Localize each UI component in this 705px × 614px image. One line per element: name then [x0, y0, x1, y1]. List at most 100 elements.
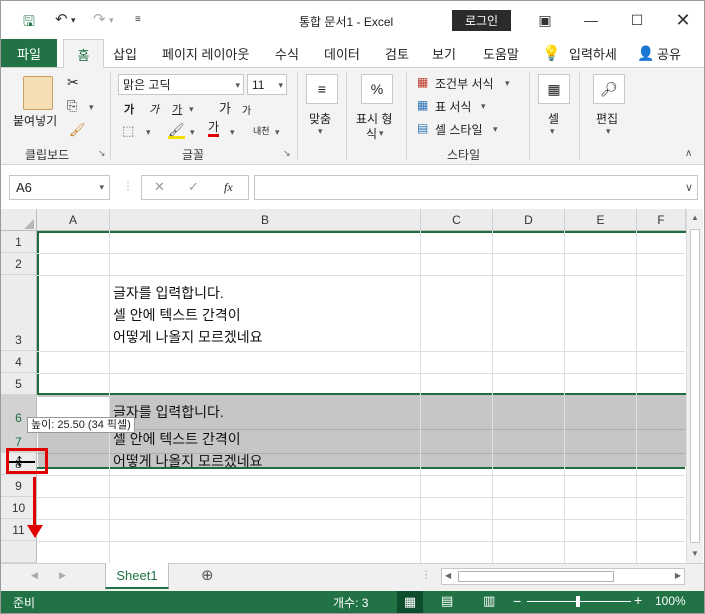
chevron-down-icon[interactable]: ▾: [99, 182, 104, 193]
row-header-1[interactable]: 1: [1, 231, 37, 253]
percent-icon[interactable]: %: [361, 74, 393, 104]
scroll-right-icon[interactable]: ▶: [675, 571, 681, 580]
phonetic-dropdown-icon[interactable]: ▾: [275, 127, 280, 138]
row-header-2[interactable]: 2: [1, 253, 37, 275]
horizontal-scrollbar[interactable]: ◀ ▶: [441, 568, 685, 585]
tab-data[interactable]: 데이터: [324, 39, 360, 67]
borders-icon[interactable]: ⬚: [122, 123, 134, 139]
underline-dropdown-icon[interactable]: ▾: [189, 104, 194, 115]
tab-view[interactable]: 보기: [432, 39, 456, 67]
shrink-font-button[interactable]: 가: [242, 102, 251, 117]
alignment-button[interactable]: 맞춤: [309, 110, 331, 127]
format-painter-icon[interactable]: 🖌: [69, 122, 86, 138]
column-header-b[interactable]: B: [110, 209, 421, 231]
collapse-ribbon-icon[interactable]: ∧: [685, 148, 692, 159]
tab-file[interactable]: 파일: [1, 39, 57, 67]
tab-review[interactable]: 검토: [385, 39, 409, 67]
cell-style-dropdown-icon[interactable]: ▾: [493, 124, 498, 135]
tab-help[interactable]: 도움말: [483, 39, 519, 67]
insert-function-button[interactable]: fx: [224, 180, 233, 195]
underline-button[interactable]: 가: [172, 101, 182, 117]
undo-icon[interactable]: ↶: [55, 10, 68, 28]
customize-qat-icon[interactable]: ≡: [135, 14, 141, 25]
zoom-out-icon[interactable]: −: [513, 593, 521, 609]
normal-view-icon[interactable]: ▦: [397, 591, 423, 613]
conditional-format-icon[interactable]: ▦: [417, 75, 428, 89]
expand-formula-icon[interactable]: ∨: [685, 181, 693, 194]
copy-icon[interactable]: ⎘: [67, 98, 77, 114]
row-header-12[interactable]: [1, 541, 37, 563]
login-button[interactable]: 로그인: [452, 10, 511, 31]
prev-sheet-icon[interactable]: ◀: [31, 570, 38, 581]
column-header-c[interactable]: C: [421, 209, 493, 231]
cut-icon[interactable]: ✂: [67, 74, 79, 91]
conditional-format-button[interactable]: 조건부 서식: [435, 75, 494, 92]
tab-split-icon[interactable]: ⋮: [421, 570, 431, 581]
table-format-icon[interactable]: ▦: [417, 98, 428, 112]
scroll-left-icon[interactable]: ◀: [445, 571, 451, 580]
enter-icon[interactable]: ✓: [188, 179, 199, 195]
phonetic-button[interactable]: 내천: [253, 124, 270, 137]
borders-dropdown-icon[interactable]: ▾: [146, 127, 151, 138]
cell-style-button[interactable]: 셀 스타일: [435, 121, 483, 138]
maximize-icon[interactable]: ☐: [623, 7, 651, 33]
tab-formulas[interactable]: 수식: [275, 39, 299, 67]
paste-button[interactable]: 붙여넣기: [13, 112, 57, 129]
font-color-button[interactable]: 가: [208, 121, 220, 137]
grow-font-button[interactable]: 가: [219, 98, 231, 117]
row-header-3[interactable]: 3: [1, 275, 37, 351]
scroll-thumb[interactable]: [690, 229, 700, 543]
page-break-view-icon[interactable]: ▥: [483, 593, 495, 609]
close-icon[interactable]: ✕: [669, 7, 697, 33]
worksheet-grid[interactable]: A B C D E F 1 2 3 4 5 6 7 8 9 10 11 글자를 …: [1, 209, 704, 563]
fill-color-icon[interactable]: 🖌: [168, 123, 185, 139]
chevron-down-icon[interactable]: ▾: [278, 80, 283, 91]
add-sheet-icon[interactable]: ⊕: [201, 566, 214, 584]
font-name-combo[interactable]: 맑은 고딕 ▾: [118, 74, 244, 95]
name-box[interactable]: A6 ▾: [9, 175, 110, 200]
scroll-down-icon[interactable]: ▼: [691, 549, 699, 558]
select-all-corner[interactable]: [1, 209, 37, 231]
zoom-level[interactable]: 100%: [655, 594, 686, 608]
conditional-dropdown-icon[interactable]: ▾: [505, 78, 510, 89]
share-button[interactable]: 공유: [657, 39, 681, 67]
share-icon[interactable]: 👤: [637, 39, 654, 67]
column-header-f[interactable]: F: [637, 209, 686, 231]
paste-icon[interactable]: [23, 76, 53, 110]
ribbon-display-icon[interactable]: ▣: [531, 7, 559, 33]
row-header-4[interactable]: 4: [1, 351, 37, 373]
editing-button[interactable]: 편집: [596, 110, 618, 127]
sheet-tab-sheet1[interactable]: Sheet1: [105, 563, 169, 589]
copy-dropdown-icon[interactable]: ▾: [89, 102, 94, 113]
vertical-scrollbar[interactable]: ▲ ▼: [686, 209, 703, 563]
table-dropdown-icon[interactable]: ▾: [481, 101, 486, 112]
clipboard-launcher-icon[interactable]: ↘: [98, 148, 106, 159]
tab-page-layout[interactable]: 페이지 레이아웃: [162, 39, 249, 67]
cells-dropdown-icon[interactable]: ▾: [550, 126, 555, 137]
alignment-icon[interactable]: ≡: [306, 74, 338, 104]
row-header-9[interactable]: 9: [1, 475, 37, 497]
save-icon[interactable]: 🖫: [23, 11, 35, 35]
row-header-10[interactable]: 10: [1, 497, 37, 519]
cells-button[interactable]: 셀: [548, 110, 559, 127]
font-launcher-icon[interactable]: ↘: [283, 148, 291, 159]
search-icon[interactable]: 🔎︎: [593, 74, 625, 104]
zoom-slider-thumb[interactable]: [576, 596, 580, 607]
column-header-a[interactable]: A: [37, 209, 110, 231]
minimize-icon[interactable]: —: [577, 7, 605, 33]
tab-insert[interactable]: 삽입: [113, 39, 137, 67]
undo-dropdown-icon[interactable]: ▾: [71, 15, 76, 26]
tell-me-search[interactable]: 입력하세: [569, 39, 617, 67]
number-dropdown-icon[interactable]: ▾: [379, 128, 384, 139]
redo-dropdown-icon[interactable]: ▾: [109, 15, 114, 26]
zoom-in-icon[interactable]: +: [634, 592, 642, 608]
table-format-button[interactable]: 표 서식: [435, 98, 471, 115]
editing-dropdown-icon[interactable]: ▾: [606, 126, 611, 137]
chevron-down-icon[interactable]: ▾: [235, 80, 240, 91]
scroll-up-icon[interactable]: ▲: [691, 213, 699, 222]
cells-icon[interactable]: ▦: [538, 74, 570, 104]
font-size-combo[interactable]: 11 ▾: [247, 74, 287, 95]
italic-button[interactable]: 가: [149, 101, 159, 117]
font-color-dropdown-icon[interactable]: ▾: [230, 127, 235, 138]
fill-dropdown-icon[interactable]: ▾: [190, 127, 195, 138]
